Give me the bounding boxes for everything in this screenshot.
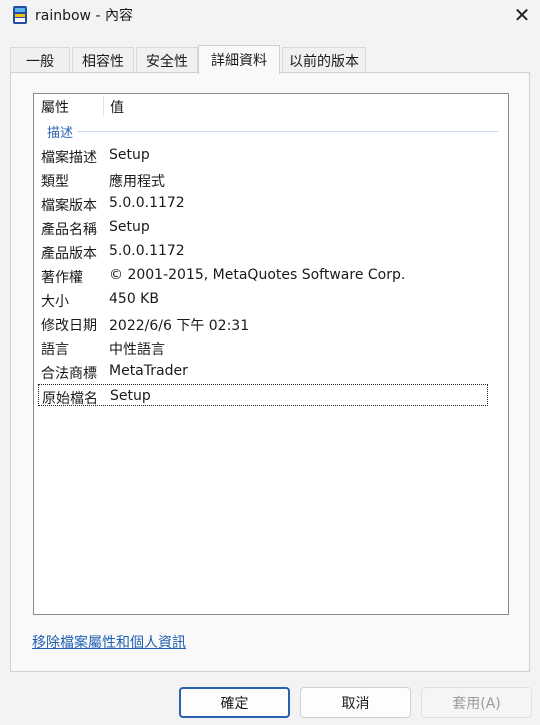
property-name: 原始檔名 (42, 391, 98, 407)
property-name: 檔案版本 (41, 198, 97, 214)
group-header-description: 描述 (34, 120, 508, 141)
close-button[interactable]: ✕ (504, 0, 540, 30)
property-name: 著作權 (41, 270, 83, 286)
property-value: 應用程式 (109, 174, 165, 190)
column-divider[interactable] (103, 96, 104, 116)
column-header-property[interactable]: 屬性 (41, 97, 69, 117)
tab-previous-versions[interactable]: 以前的版本 (282, 47, 366, 73)
remove-properties-link[interactable]: 移除檔案屬性和個人資訊 (32, 632, 186, 652)
property-value: Setup (109, 147, 150, 163)
property-value: Setup (110, 388, 151, 404)
property-row[interactable]: 產品名稱 Setup (38, 216, 488, 238)
window-title: rainbow - 內容 (35, 8, 133, 24)
tab-strip: 一般 相容性 安全性 詳細資料 以前的版本 (10, 45, 530, 74)
apply-button[interactable]: 套用(A) (421, 687, 532, 718)
property-row[interactable]: 大小 450 KB (38, 288, 488, 310)
tab-general[interactable]: 一般 (10, 47, 70, 73)
tab-details[interactable]: 詳細資料 (198, 45, 280, 74)
property-value: 5.0.0.1172 (109, 195, 185, 211)
property-value: © 2001-2015, MetaQuotes Software Corp. (109, 267, 406, 283)
property-value: MetaTrader (109, 363, 188, 379)
property-row[interactable]: 檔案描述 Setup (38, 144, 488, 166)
property-value: Setup (109, 219, 150, 235)
property-row[interactable]: 類型 應用程式 (38, 168, 488, 190)
property-row[interactable]: 產品版本 5.0.0.1172 (38, 240, 488, 262)
property-row[interactable]: 著作權 © 2001-2015, MetaQuotes Software Cor… (38, 264, 488, 286)
property-row[interactable]: 語言 中性語言 (38, 336, 488, 358)
property-row[interactable]: 檔案版本 5.0.0.1172 (38, 192, 488, 214)
property-value: 中性語言 (109, 342, 165, 358)
tab-compatibility[interactable]: 相容性 (72, 47, 134, 73)
title-bar: rainbow - 內容 ✕ (0, 0, 540, 30)
property-name: 大小 (41, 294, 69, 310)
property-row-selected[interactable]: 原始檔名 Setup (38, 384, 488, 407)
property-name: 產品名稱 (41, 222, 97, 238)
cancel-button[interactable]: 取消 (300, 687, 411, 718)
column-header-value[interactable]: 值 (110, 97, 124, 117)
property-row[interactable]: 合法商標 MetaTrader (38, 360, 488, 382)
property-value: 2022/6/6 下午 02:31 (109, 318, 250, 334)
property-name: 檔案描述 (41, 150, 97, 166)
property-row[interactable]: 修改日期 2022/6/6 下午 02:31 (38, 312, 488, 334)
property-name: 合法商標 (41, 366, 97, 382)
details-panel: 屬性 值 描述 檔案描述 Setup 類型 應用程式 檔案版本 5.0.0.11… (10, 72, 530, 672)
close-icon: ✕ (513, 3, 531, 27)
property-name: 類型 (41, 174, 69, 190)
property-name: 修改日期 (41, 318, 97, 334)
app-icon (13, 6, 27, 24)
property-value: 5.0.0.1172 (109, 243, 185, 259)
property-value: 450 KB (109, 291, 159, 307)
ok-button[interactable]: 確定 (179, 687, 290, 718)
property-name: 語言 (41, 342, 69, 358)
group-label: 描述 (47, 126, 74, 141)
properties-list[interactable]: 屬性 值 描述 檔案描述 Setup 類型 應用程式 檔案版本 5.0.0.11… (33, 93, 509, 615)
property-name: 產品版本 (41, 246, 97, 262)
group-divider (78, 131, 498, 132)
tab-security[interactable]: 安全性 (136, 47, 198, 73)
column-header: 屬性 值 (34, 94, 508, 118)
